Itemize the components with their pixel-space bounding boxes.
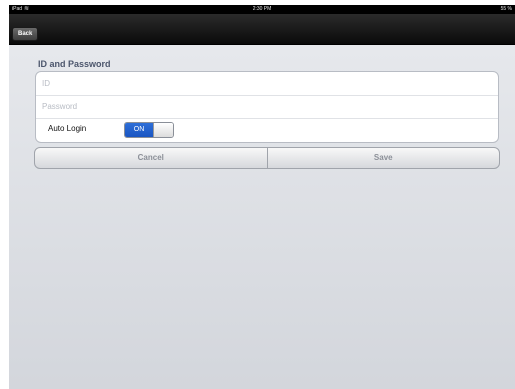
password-field[interactable] — [42, 99, 492, 114]
clock: 2:30 PM — [252, 6, 272, 12]
status-bar: iPad ≋ 2:30 PM 55 % — [9, 5, 515, 14]
back-button[interactable]: Back — [12, 27, 39, 41]
toggle-on-label: ON — [125, 123, 153, 137]
ipad-screen: iPad ≋ 2:30 PM 55 % Back ID and Password … — [9, 5, 515, 389]
auto-login-row: Auto Login ON — [36, 118, 498, 141]
password-row — [36, 95, 498, 119]
settings-content: ID and Password Auto Login ON Cancel Sav… — [9, 45, 515, 389]
section-title: ID and Password — [38, 59, 111, 69]
cancel-button[interactable]: Cancel — [35, 148, 268, 168]
save-button[interactable]: Save — [268, 148, 500, 168]
auto-login-toggle[interactable]: ON — [124, 122, 174, 138]
toggle-knob[interactable] — [153, 123, 173, 137]
action-bar: Cancel Save — [34, 147, 500, 169]
id-row — [36, 72, 498, 96]
navigation-bar: Back — [9, 14, 515, 45]
auto-login-label: Auto Login — [48, 124, 87, 133]
battery-indicator: 55 % — [500, 6, 512, 12]
credentials-group: Auto Login ON — [35, 71, 499, 143]
id-field[interactable] — [42, 76, 492, 91]
